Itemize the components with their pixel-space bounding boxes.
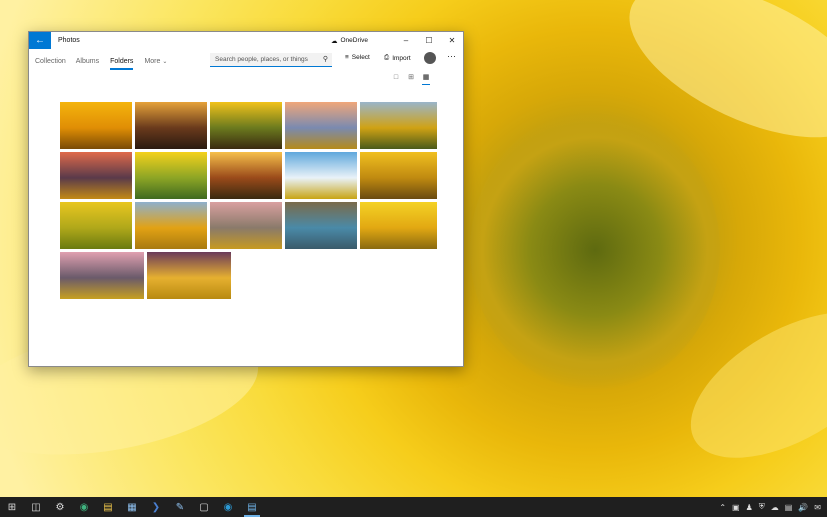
edge-icon[interactable]: ◉ <box>72 497 96 517</box>
select-button[interactable]: ≡ Select <box>345 54 370 61</box>
system-tray: ⌃ ▣ ♟ ⛨ ☁ ▤ 🔊 ✉ <box>719 497 821 517</box>
arrow-left-icon: ← <box>35 35 45 46</box>
photos-icon[interactable]: ▤ <box>240 497 264 517</box>
chevron-up-icon[interactable]: ⌃ <box>719 503 726 512</box>
photo-thumbnail-horses-sunflower-field[interactable] <box>285 102 357 149</box>
photo-thumbnail-butterfly-on-sunflower[interactable] <box>210 102 282 149</box>
maximize-button[interactable]: ☐ <box>418 32 440 49</box>
title-bar: ← Photos ☁ OneDrive – ☐ ✕ <box>29 32 463 49</box>
sunflower-center <box>470 110 720 390</box>
photo-thumbnail-bee-on-sunflower[interactable] <box>360 152 437 199</box>
photo-thumbnail-sunflower-field-wide[interactable] <box>360 102 437 149</box>
chevron-down-icon: ⌄ <box>162 58 168 65</box>
network-icon[interactable]: ▣ <box>732 503 740 512</box>
photo-thumbnail-sunflower-single-yellow[interactable] <box>360 202 437 249</box>
select-label: Select <box>351 54 370 61</box>
search-input[interactable]: Search people, places, or things ⚲ <box>210 53 332 67</box>
minimize-icon: – <box>403 36 409 45</box>
shield-icon[interactable]: ⛨ <box>759 502 765 512</box>
photos-window: ← Photos ☁ OneDrive – ☐ ✕ Collection Alb… <box>28 31 464 367</box>
volume-icon[interactable]: 🔊 <box>798 503 808 512</box>
photo-thumbnail-sunflower-petals-green[interactable] <box>135 152 207 199</box>
large-tiles-icon: □ <box>393 73 399 81</box>
cloud-icon: ☁ <box>331 37 338 45</box>
close-button[interactable]: ✕ <box>441 32 463 49</box>
start-icon[interactable]: ⊞ <box>0 497 24 517</box>
photo-thumbnail-sunflower-field-blue-sky[interactable] <box>285 152 357 199</box>
photo-thumbnail-mountain-sunflower-field[interactable] <box>60 252 144 299</box>
settings-icon[interactable]: ⚙ <box>48 497 72 517</box>
select-list-icon: ≡ <box>345 54 349 61</box>
edge-beta-icon[interactable]: ◉ <box>216 497 240 517</box>
photo-row <box>60 202 438 249</box>
medium-tiles-icon: ⊞ <box>408 74 414 81</box>
display-icon[interactable]: ▤ <box>785 503 793 512</box>
file-explorer-icon[interactable]: ▤ <box>96 497 120 517</box>
tab-more[interactable]: More ⌄ <box>144 56 167 67</box>
photo-thumbnail-barn-sunflower-field[interactable] <box>210 202 282 249</box>
photo-thumbnail-sunflower-seeds-heart[interactable] <box>285 202 357 249</box>
store-icon[interactable]: ▦ <box>120 497 144 517</box>
app-title: Photos <box>58 37 80 44</box>
tab-collection[interactable]: Collection <box>35 56 66 67</box>
tab-more-label: More <box>144 57 161 65</box>
back-button[interactable]: ← <box>29 32 51 49</box>
view-medium-button[interactable]: ⊞ <box>405 71 417 83</box>
photo-grid <box>60 102 438 302</box>
tab-folders[interactable]: Folders <box>110 56 134 70</box>
close-icon: ✕ <box>448 36 456 45</box>
import-icon: ⎙ <box>384 54 390 61</box>
maximize-icon: ☐ <box>425 36 433 45</box>
minimize-button[interactable]: – <box>395 32 417 49</box>
avatar[interactable] <box>424 52 436 64</box>
notification-icon[interactable]: ✉ <box>814 503 821 512</box>
view-large-button[interactable]: □ <box>390 71 402 83</box>
terminal-icon[interactable]: ▢ <box>192 497 216 517</box>
import-button[interactable]: ⎙ Import <box>384 54 411 62</box>
task-view-icon[interactable]: ◫ <box>24 497 48 517</box>
photo-thumbnail-sunflower-macro-green[interactable] <box>60 202 132 249</box>
search-icon: ⚲ <box>322 56 328 63</box>
photo-thumbnail-sunflower-field-dusk[interactable] <box>60 152 132 199</box>
photo-thumbnail-sunflowers-sunset-silhouette[interactable] <box>135 102 207 149</box>
tab-albums[interactable]: Albums <box>76 56 99 67</box>
onedrive-button[interactable]: ☁ OneDrive <box>331 32 368 49</box>
onedrive-icon[interactable]: ☁ <box>771 503 779 512</box>
onedrive-label: OneDrive <box>340 37 368 44</box>
view-small-button[interactable]: ▦ <box>420 71 432 85</box>
nav-bar: Collection Albums Folders More ⌄ Search … <box>29 49 463 73</box>
powershell-icon[interactable]: ❯ <box>144 497 168 517</box>
notepad-icon[interactable]: ✎ <box>168 497 192 517</box>
photo-row <box>60 252 438 299</box>
photo-thumbnail-sunflower-field-horizon[interactable] <box>135 202 207 249</box>
taskbar: ⊞ ◫ ⚙ ◉ ▤ ▦ ❯ ✎ ▢ ◉ ▤ ⌃ ▣ ♟ ⛨ ☁ ▤ 🔊 ✉ <box>0 497 827 517</box>
import-label: Import <box>392 54 411 62</box>
photo-thumbnail-sunflowers-backlit[interactable] <box>210 152 282 199</box>
small-tiles-icon: ▦ <box>422 74 430 81</box>
photo-row <box>60 102 438 149</box>
photo-row <box>60 152 438 199</box>
search-placeholder: Search people, places, or things <box>215 56 308 63</box>
people-icon[interactable]: ♟ <box>746 503 753 512</box>
more-options-icon[interactable]: ⋯ <box>447 51 456 62</box>
photo-thumbnail-sunflower-closeup[interactable] <box>60 102 132 149</box>
photo-thumbnail-sunflower-field-golden-sunset[interactable] <box>147 252 231 299</box>
